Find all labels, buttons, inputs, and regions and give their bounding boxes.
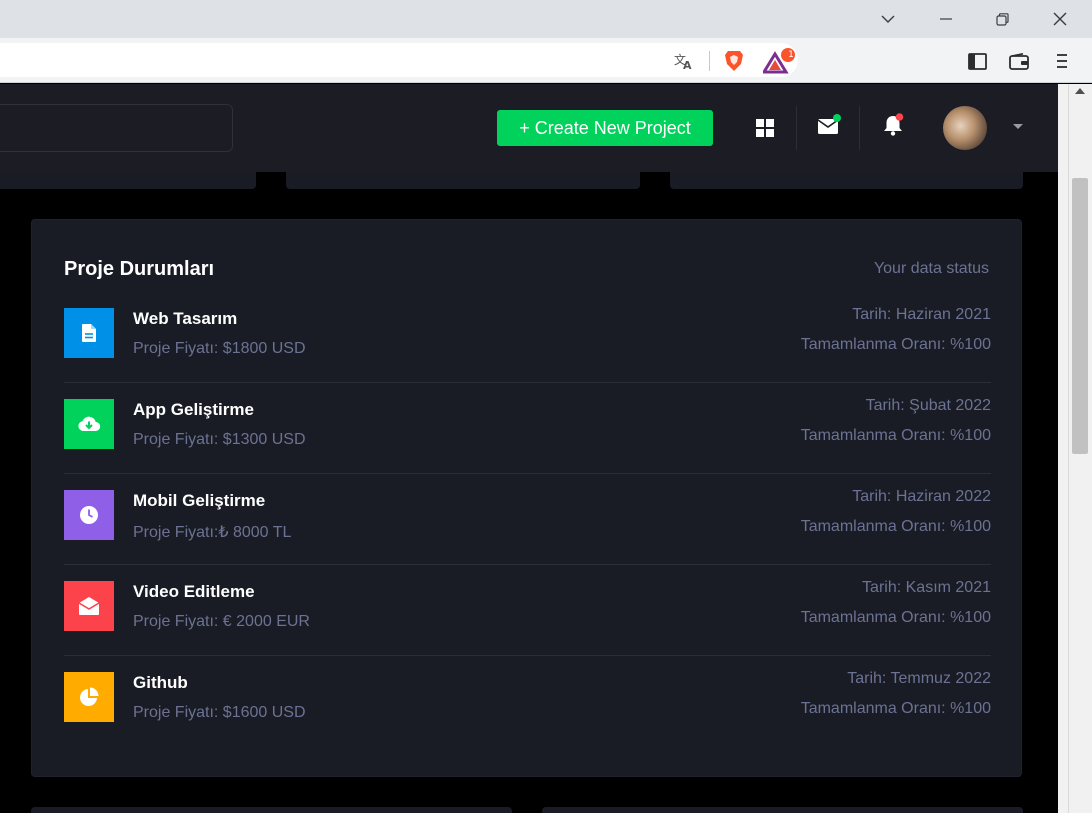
list-item: Github Proje Fiyatı: $1600 USD Tarih: Te… <box>64 670 991 763</box>
scrollbar[interactable] <box>1068 84 1092 813</box>
card-title: Proje Durumları <box>64 258 215 280</box>
brave-shield-icon[interactable] <box>722 49 746 73</box>
close-icon[interactable] <box>1031 0 1089 38</box>
page-content: + Create New Project Proje Durumları You… <box>0 84 1058 813</box>
clock-icon <box>64 490 114 540</box>
project-price: Proje Fiyatı: $1300 USD <box>133 431 306 448</box>
scroll-up-arrow-icon[interactable] <box>1075 88 1085 94</box>
list-item: Web Tasarım Proje Fiyatı: $1800 USD Tari… <box>64 306 991 399</box>
divider <box>64 382 991 383</box>
project-price: Proje Fiyatı: € 2000 EUR <box>133 613 310 630</box>
project-price: Proje Fiyatı:₺ 8000 TL <box>133 524 292 541</box>
divider <box>64 473 991 474</box>
minimize-icon[interactable] <box>917 0 975 38</box>
scrollbar-thumb[interactable] <box>1072 178 1088 454</box>
bottom-card-left <box>31 807 512 813</box>
project-date: Tarih: Temmuz 2022 <box>847 670 991 687</box>
project-completion: Tamamlanma Oranı: %100 <box>800 518 991 535</box>
project-completion: Tamamlanma Oranı: %100 <box>800 609 991 626</box>
navbar-divider <box>796 106 797 150</box>
chevron-down-icon[interactable] <box>859 0 917 38</box>
menu-icon[interactable] <box>1050 50 1074 72</box>
chevron-down-icon[interactable] <box>1013 124 1023 129</box>
list-item: Mobil Geliştirme Proje Fiyatı:₺ 8000 TL … <box>64 488 991 581</box>
project-date: Tarih: Kasım 2021 <box>862 579 991 596</box>
project-completion: Tamamlanma Oranı: %100 <box>800 336 991 353</box>
project-date: Tarih: Haziran 2021 <box>852 306 991 323</box>
restore-icon[interactable] <box>973 0 1031 38</box>
create-new-project-button[interactable]: + Create New Project <box>497 110 713 146</box>
divider <box>64 564 991 565</box>
brave-rewards-icon[interactable]: 1 <box>762 48 796 74</box>
cloud-download-icon <box>64 399 114 449</box>
browser-titlebar <box>0 0 1092 38</box>
grid-icon[interactable] <box>752 115 778 141</box>
search-input[interactable] <box>0 104 233 152</box>
sidebar-icon[interactable] <box>965 50 989 72</box>
top-navbar: + Create New Project <box>0 84 1058 172</box>
list-item: Video Editleme Proje Fiyatı: € 2000 EUR … <box>64 579 991 672</box>
email-open-icon <box>64 581 114 631</box>
project-price: Proje Fiyatı: $1800 USD <box>133 340 306 357</box>
toolbar-divider <box>709 51 710 71</box>
divider <box>64 655 991 656</box>
project-date: Tarih: Şubat 2022 <box>865 397 991 414</box>
translate-icon[interactable]: 文A <box>672 50 696 72</box>
project-name: Web Tasarım <box>133 309 238 328</box>
avatar[interactable] <box>943 106 987 150</box>
project-status-card: Proje Durumları Your data status Web Tas… <box>31 219 1022 777</box>
mail-icon[interactable] <box>814 112 844 138</box>
navbar-divider <box>859 106 860 150</box>
card-subtitle: Your data status <box>873 260 989 277</box>
rewards-badge: 1 <box>788 50 794 60</box>
project-name: Mobil Geliştirme <box>133 491 266 510</box>
project-price: Proje Fiyatı: $1600 USD <box>133 704 306 721</box>
project-name: Video Editleme <box>133 582 255 601</box>
page-edge <box>1058 84 1068 813</box>
project-date: Tarih: Haziran 2022 <box>852 488 991 505</box>
bell-icon[interactable] <box>879 111 907 139</box>
wallet-icon[interactable] <box>1007 50 1031 72</box>
bottom-card-right <box>542 807 1023 813</box>
project-name: Github <box>133 673 188 692</box>
svg-text:A: A <box>683 59 692 70</box>
project-completion: Tamamlanma Oranı: %100 <box>800 427 991 444</box>
project-name: App Geliştirme <box>133 400 254 419</box>
pie-chart-icon <box>64 672 114 722</box>
project-completion: Tamamlanma Oranı: %100 <box>800 700 991 717</box>
list-item: App Geliştirme Proje Fiyatı: $1300 USD T… <box>64 397 991 490</box>
document-icon <box>64 308 114 358</box>
browser-toolbar: 文A 1 <box>0 38 1092 83</box>
